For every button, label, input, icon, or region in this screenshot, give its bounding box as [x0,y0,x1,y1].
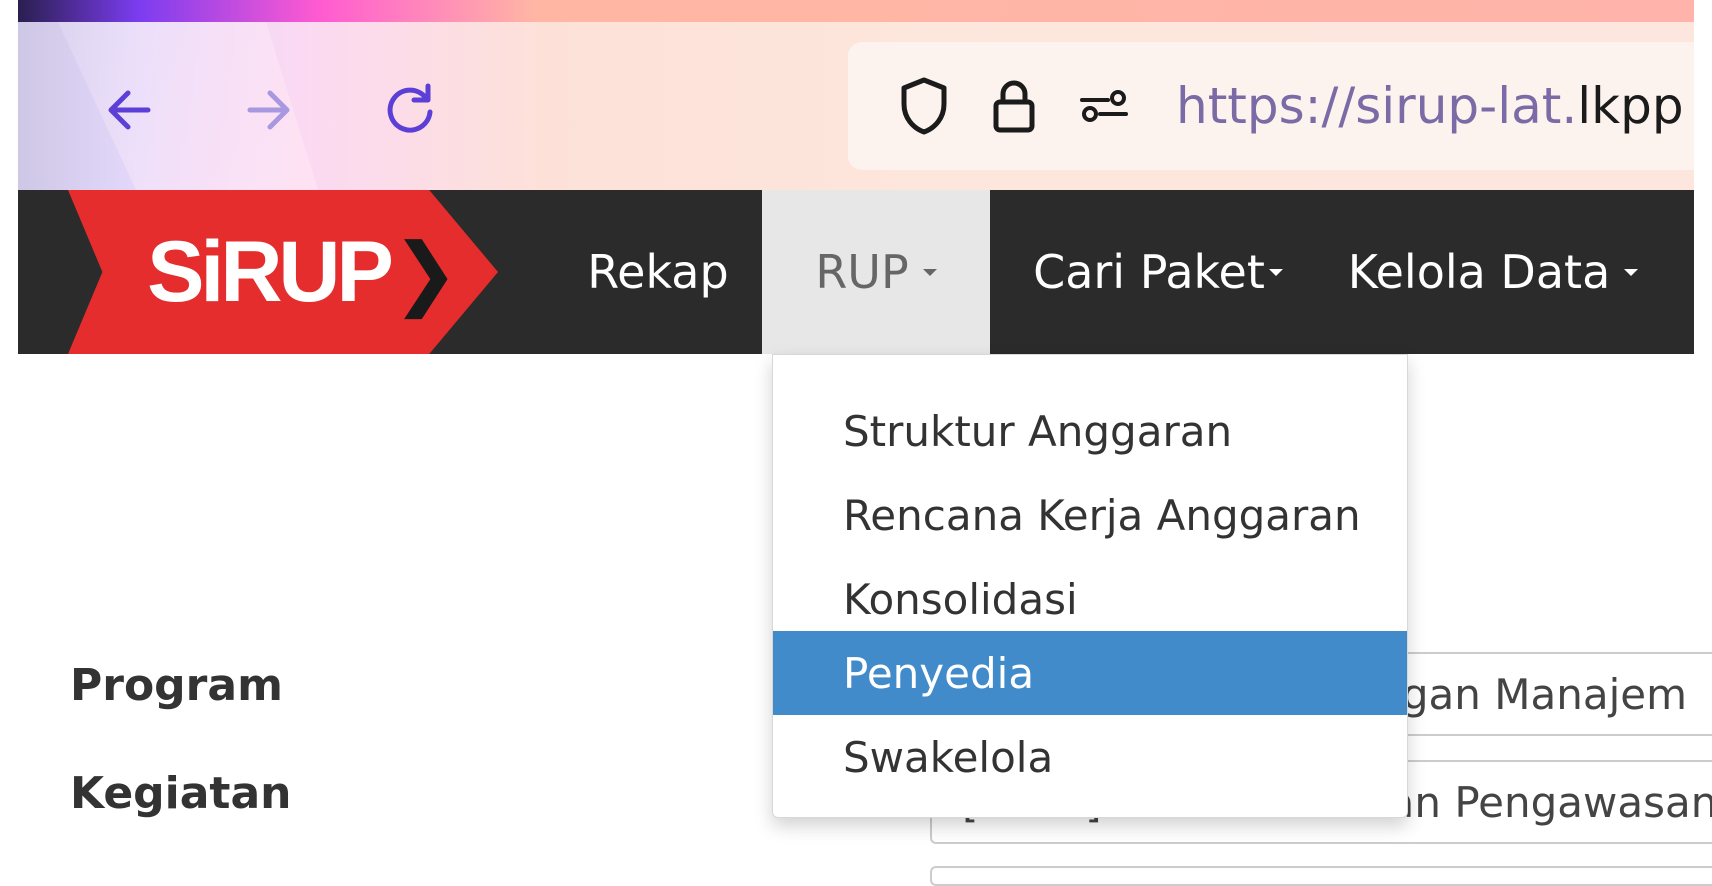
menu-item-penyedia[interactable]: Penyedia [773,631,1407,715]
site-navbar: SiRUP ❯ Rekap RUP Cari Paket Kelola Data [18,190,1694,354]
menu-item-label: Swakelola [843,732,1054,782]
menu-item-label: Penyedia [843,648,1035,698]
caret-down-icon [1624,268,1639,276]
kegiatan-label: Kegiatan [70,768,292,819]
menu-item-rencana-kerja-anggaran[interactable]: Rencana Kerja Anggaran [773,473,1407,557]
address-bar[interactable]: https://sirup-lat.lkpp [848,42,1694,170]
lock-icon[interactable] [982,74,1046,138]
browser-tab-strip [18,0,1694,22]
brand-text: SiRUP [147,223,394,320]
permissions-icon[interactable] [1072,74,1136,138]
nav-item-cari-paket[interactable]: Cari Paket [1028,190,1288,354]
forward-arrow-icon [247,90,290,130]
back-button[interactable] [90,70,170,150]
menu-item-swakelola[interactable]: Swakelola [773,715,1407,799]
rup-dropdown-menu: Struktur Anggaran Rencana Kerja Anggaran… [772,354,1408,818]
caret-down-icon [922,268,937,276]
menu-item-label: Struktur Anggaran [843,406,1233,456]
url-text[interactable]: https://sirup-lat.lkpp [1176,77,1684,135]
nav-item-label: Rekap [587,245,729,299]
forward-button[interactable] [228,70,308,150]
shield-icon[interactable] [892,74,956,138]
nav-item-rekap[interactable]: Rekap [568,190,748,354]
nav-item-label: Kelola Data [1347,245,1611,299]
nav-item-kelola-data[interactable]: Kelola Data [1318,190,1668,354]
browser-toolbar: https://sirup-lat.lkpp [18,0,1694,190]
brand-logo[interactable]: SiRUP ❯ [68,190,498,354]
back-arrow-icon [108,90,151,130]
nav-item-label: Cari Paket [1033,245,1265,299]
program-label: Program [70,660,283,711]
nav-item-rup[interactable]: RUP [762,190,990,354]
reload-icon [387,83,433,133]
menu-item-label: Rencana Kerja Anggaran [843,490,1361,540]
caret-down-icon [1268,268,1283,276]
menu-item-struktur-anggaran[interactable]: Struktur Anggaran [773,389,1407,473]
url-prefix: https://sirup-lat. [1176,77,1578,135]
nav-item-label: RUP [815,245,909,299]
reload-button[interactable] [370,70,450,150]
url-domain: lkpp [1577,77,1684,135]
menu-item-konsolidasi[interactable]: Konsolidasi [773,557,1407,641]
next-select[interactable] [930,866,1712,886]
menu-item-label: Konsolidasi [843,574,1078,624]
brand-chevron-icon: ❯ [391,225,459,319]
